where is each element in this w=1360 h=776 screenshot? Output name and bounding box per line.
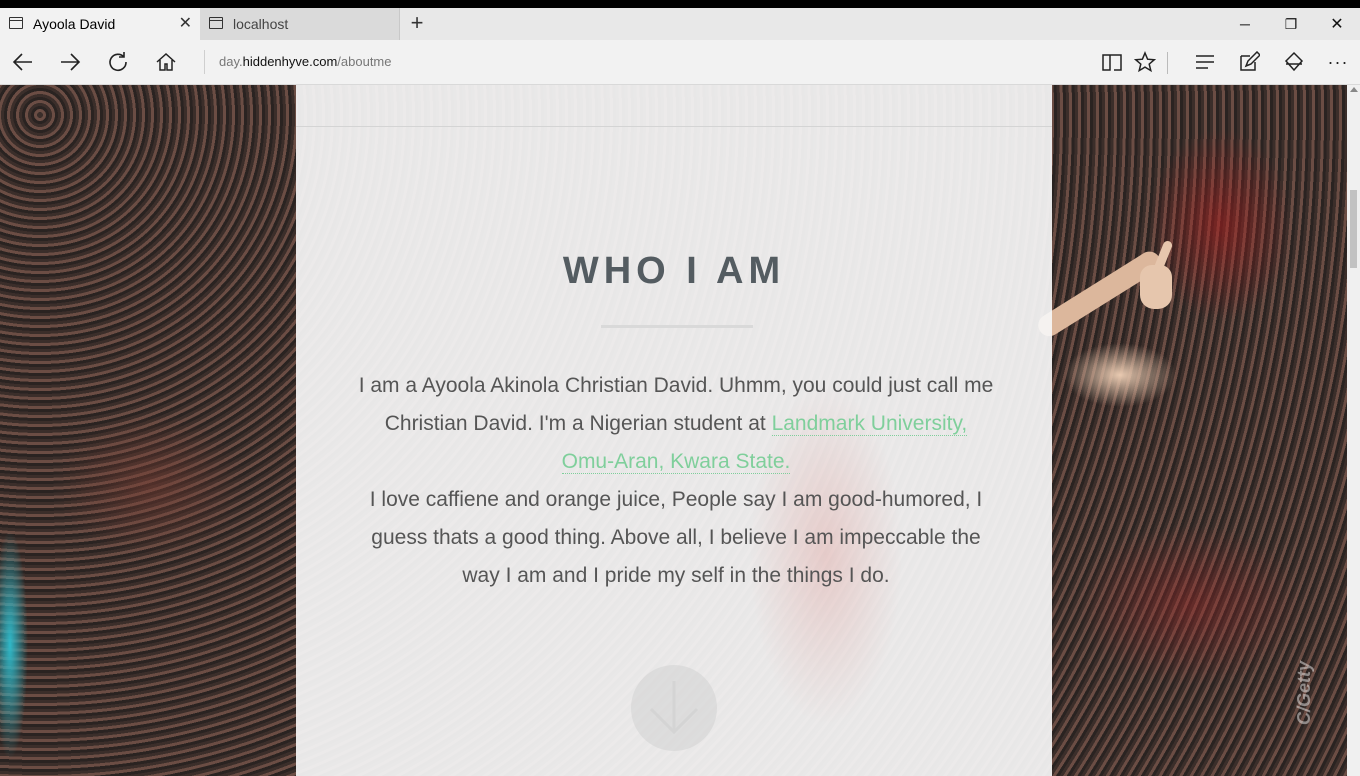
arrow-down-icon — [649, 681, 699, 735]
hub-icon[interactable] — [1192, 49, 1218, 75]
scroll-down-button[interactable] — [631, 665, 717, 751]
web-note-icon[interactable] — [1236, 49, 1262, 75]
scroll-up-arrow-icon[interactable] — [1350, 87, 1358, 92]
address-bar[interactable]: day.hiddenhyve.com/aboutme — [204, 50, 1099, 74]
restore-button[interactable]: ❐ — [1268, 8, 1314, 40]
heading-underline — [601, 325, 753, 328]
window-top-border — [0, 0, 1360, 8]
navigation-bar: day.hiddenhyve.com/aboutme ··· — [0, 40, 1360, 85]
bio-text: I am a Ayoola Akinola Christian David. U… — [356, 367, 996, 595]
tab-bar: Ayoola David ✕ localhost + ─ ❐ ✕ — [0, 8, 1360, 40]
url-prefix: day. — [219, 54, 243, 69]
page-viewport: C/Getty WHO I AM I am a Ayoola Akinola C… — [0, 85, 1360, 776]
share-icon[interactable] — [1281, 49, 1307, 75]
back-icon[interactable] — [10, 49, 36, 75]
about-card: WHO I AM I am a Ayoola Akinola Christian… — [296, 85, 1052, 776]
new-tab-button[interactable]: + — [404, 10, 430, 36]
tab-title: Ayoola David — [33, 16, 116, 32]
photo-watermark: C/Getty — [1294, 660, 1314, 725]
forward-icon[interactable] — [57, 49, 83, 75]
home-icon[interactable] — [153, 49, 179, 75]
page-title: WHO I AM — [562, 250, 786, 292]
tab-localhost[interactable]: localhost — [200, 8, 400, 40]
scrollbar-thumb[interactable] — [1350, 190, 1357, 268]
minimize-button[interactable]: ─ — [1222, 8, 1268, 40]
close-window-button[interactable]: ✕ — [1314, 8, 1360, 40]
bio-details: I love caffiene and orange juice, People… — [369, 488, 983, 587]
page-scrollbar[interactable] — [1347, 85, 1360, 776]
toolbar-separator — [1167, 52, 1168, 74]
url-path: /aboutme — [337, 54, 392, 69]
card-divider — [296, 126, 1052, 127]
reading-view-icon[interactable] — [1099, 49, 1125, 75]
tab-ayoola-david[interactable]: Ayoola David ✕ — [0, 8, 200, 40]
favorites-star-icon[interactable] — [1132, 49, 1158, 75]
more-icon[interactable]: ··· — [1325, 49, 1351, 75]
url-host: hiddenhyve.com — [242, 54, 338, 69]
tab-title: localhost — [233, 16, 289, 32]
tab-close-icon[interactable]: ✕ — [179, 13, 192, 33]
page-icon — [9, 17, 23, 29]
page-icon — [209, 17, 223, 29]
refresh-icon[interactable] — [105, 49, 131, 75]
